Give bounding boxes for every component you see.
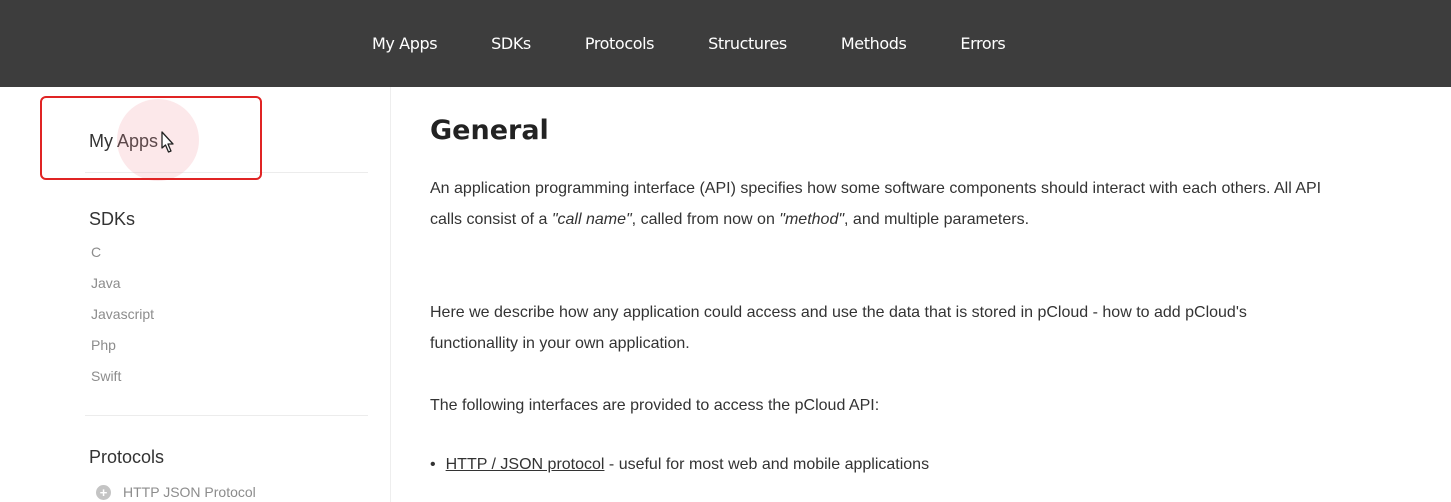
- interfaces-intro: The following interfaces are provided to…: [430, 397, 880, 414]
- top-navigation-bar: My Apps SDKs Protocols Structures Method…: [0, 0, 1451, 87]
- sidebar-divider: [85, 415, 368, 416]
- sidebar-protocol-http-json[interactable]: + HTTP JSON Protocol: [96, 484, 256, 500]
- nav-errors[interactable]: Errors: [960, 34, 1005, 53]
- sidebar-sdk-c[interactable]: C: [91, 244, 101, 260]
- nav-methods[interactable]: Methods: [841, 34, 907, 53]
- bullet-dot: •: [430, 456, 436, 473]
- sidebar-sdk-swift[interactable]: Swift: [91, 368, 121, 384]
- sidebar-sdk-php[interactable]: Php: [91, 337, 116, 353]
- sidebar-sdk-javascript[interactable]: Javascript: [91, 306, 154, 322]
- intro-paragraph: An application programming interface (AP…: [430, 180, 1322, 228]
- nav-protocols[interactable]: Protocols: [585, 34, 655, 53]
- sidebar-sdks-heading[interactable]: SDKs: [89, 209, 135, 230]
- nav-structures[interactable]: Structures: [708, 34, 787, 53]
- sidebar-protocols-heading[interactable]: Protocols: [89, 447, 164, 468]
- mouse-pointer-icon: [161, 131, 174, 153]
- top-nav-links: My Apps SDKs Protocols Structures Method…: [372, 0, 1006, 87]
- method-text: "method": [779, 211, 845, 228]
- sidebar-sdk-java[interactable]: Java: [91, 275, 121, 291]
- nav-my-apps[interactable]: My Apps: [372, 34, 438, 53]
- describe-paragraph: Here we describe how any application cou…: [430, 304, 1247, 352]
- http-json-protocol-link[interactable]: HTTP / JSON protocol: [446, 456, 605, 473]
- bullet-description: - useful for most web and mobile applica…: [604, 456, 930, 473]
- plus-circle-icon[interactable]: +: [96, 484, 111, 500]
- highlight-box: [40, 96, 262, 180]
- sidebar-protocol-label: HTTP JSON Protocol: [123, 484, 256, 500]
- nav-sdks[interactable]: SDKs: [491, 34, 531, 53]
- call-name-text: "call name": [551, 211, 632, 228]
- page-title: General: [430, 115, 549, 146]
- list-item: • HTTP / JSON protocol - useful for most …: [430, 456, 929, 474]
